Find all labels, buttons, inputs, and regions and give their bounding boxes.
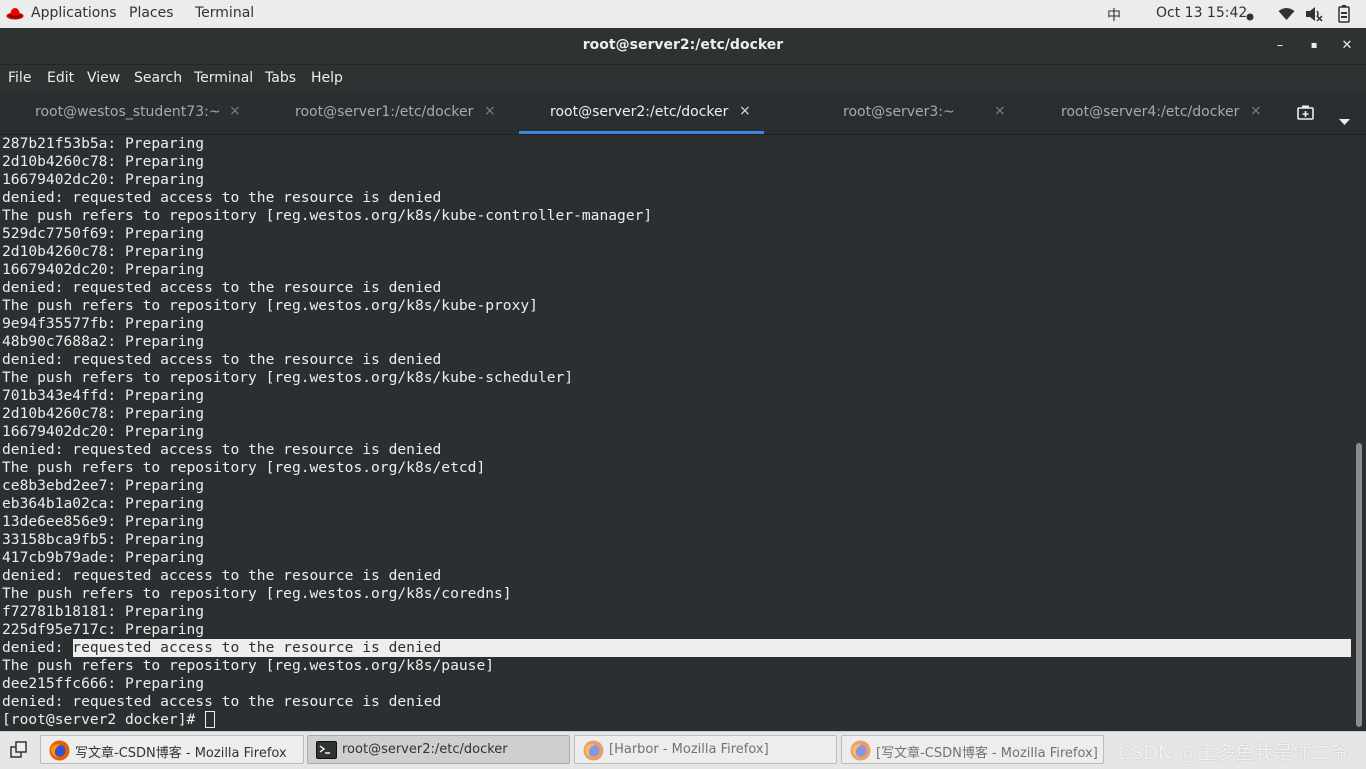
terminal-line: The push refers to repository [reg.westo… — [2, 657, 495, 674]
firefox-icon — [583, 740, 604, 765]
terminal-icon — [316, 741, 337, 763]
window-titlebar[interactable]: root@server2:/etc/docker – ▪ ✕ — [0, 28, 1366, 65]
terminal-line: 2d10b4260c78: Preparing — [2, 153, 205, 170]
volume-icon[interactable] — [1305, 6, 1323, 26]
terminal-line: The push refers to repository [reg.westo… — [2, 585, 512, 602]
terminal-line: 16679402dc20: Preparing — [2, 171, 205, 188]
terminal-line: ce8b3ebd2ee7: Preparing — [2, 477, 205, 494]
menu-terminal[interactable]: Terminal — [194, 70, 253, 86]
close-button[interactable]: ✕ — [1337, 36, 1357, 56]
firefox-icon — [49, 740, 70, 765]
terminal-line: The push refers to repository [reg.westo… — [2, 459, 486, 476]
terminal-line: denied: requested access to the resource… — [2, 279, 442, 296]
tab-server4[interactable]: root@server4:/etc/docker × — [1026, 93, 1266, 134]
tab-label: root@server1:/etc/docker — [295, 104, 474, 120]
tab-label: root@server4:/etc/docker — [1061, 104, 1240, 120]
taskbar-item-label: root@server2:/etc/docker — [342, 742, 508, 757]
new-tab-icon[interactable] — [1296, 105, 1315, 126]
terminal-line: [root@server2 docker]# — [2, 711, 205, 728]
terminal-line: dee215ffc666: Preparing — [2, 675, 205, 692]
menu-file[interactable]: File — [8, 70, 31, 86]
window-title: root@server2:/etc/docker — [582, 37, 784, 53]
menu-help[interactable]: Help — [311, 70, 343, 86]
terminal-line: 33158bca9fb5: Preparing — [2, 531, 205, 548]
terminal-line: 16679402dc20: Preparing — [2, 423, 205, 440]
csdn-watermark: CSDN @王多鱼我是你二爷 — [1118, 742, 1350, 764]
terminal-line: 48b90c7688a2: Preparing — [2, 333, 205, 350]
terminal-line: 417cb9b79ade: Preparing — [2, 549, 205, 566]
tab-label: root@server2:/etc/docker — [550, 104, 729, 120]
input-method-indicator[interactable]: 中 — [1107, 5, 1121, 25]
places-menu[interactable]: Places — [129, 5, 174, 21]
tab-bar: root@westos_student73:~ × root@server1:/… — [0, 93, 1366, 135]
tab-close-icon[interactable]: × — [739, 103, 751, 119]
terminal-line: 701b343e4ffd: Preparing — [2, 387, 205, 404]
show-desktop-icon[interactable] — [10, 741, 28, 762]
tab-close-icon[interactable]: × — [229, 103, 241, 119]
terminal-line: 225df95e717c: Preparing — [2, 621, 205, 638]
terminal-line: denied: requested access to the resource… — [2, 567, 442, 584]
terminal-line: 16679402dc20: Preparing — [2, 261, 205, 278]
taskbar-item-label: [Harbor - Mozilla Firefox] — [609, 742, 769, 757]
tab-close-icon[interactable]: × — [1250, 103, 1262, 119]
redhat-icon[interactable] — [6, 6, 24, 25]
tab-close-icon[interactable]: × — [994, 103, 1006, 119]
menu-view[interactable]: View — [87, 70, 120, 86]
terminal-line: eb364b1a02ca: Preparing — [2, 495, 205, 512]
tab-server1[interactable]: root@server1:/etc/docker × — [260, 93, 519, 134]
tab-label: root@westos_student73:~ — [35, 104, 221, 120]
terminal-line: 2d10b4260c78: Preparing — [2, 243, 205, 260]
terminal-line: denied: requested access to the resource… — [2, 693, 442, 710]
terminal-line: 13de6ee856e9: Preparing — [2, 513, 205, 530]
tab-server3[interactable]: root@server3:~ × — [765, 93, 1025, 134]
scrollbar-thumb[interactable] — [1356, 443, 1362, 727]
terminal-scrollbar[interactable] — [1352, 135, 1366, 731]
taskbar-item-firefox-harbor[interactable]: [Harbor - Mozilla Firefox] — [574, 735, 837, 764]
terminal-line: denied: requested access to the resource… — [2, 441, 442, 458]
terminal-cursor — [205, 711, 215, 728]
tab-label: root@server3:~ — [843, 104, 955, 120]
tabs-dropdown-icon[interactable] — [1339, 111, 1350, 130]
menu-search[interactable]: Search — [134, 70, 182, 86]
terminal-line-selected: denied: requested access to the resource… — [2, 639, 442, 656]
menu-tabs[interactable]: Tabs — [265, 70, 296, 86]
tab-close-icon[interactable]: × — [484, 103, 496, 119]
terminal-line: f72781b18181: Preparing — [2, 603, 205, 620]
taskbar-item-label: 写文章-CSDN博客 - Mozilla Firefox — [75, 746, 287, 761]
terminal-app-menu[interactable]: Terminal — [195, 5, 254, 21]
terminal-output[interactable]: 287b21f53b5a: Preparing 2d10b4260c78: Pre… — [0, 135, 1352, 731]
terminal-line: The push refers to repository [reg.westo… — [2, 207, 653, 224]
taskbar-item-terminal[interactable]: root@server2:/etc/docker — [307, 735, 570, 764]
terminal-line: denied: requested access to the resource… — [2, 351, 442, 368]
taskbar-item-firefox-csdn[interactable]: 写文章-CSDN博客 - Mozilla Firefox — [40, 735, 304, 764]
active-tab-indicator — [519, 131, 764, 134]
clock[interactable]: Oct 13 15:42 — [1156, 5, 1247, 21]
terminal-line: 287b21f53b5a: Preparing — [2, 135, 205, 152]
menu-edit[interactable]: Edit — [47, 70, 74, 86]
minimize-button[interactable]: – — [1270, 36, 1290, 56]
wifi-icon[interactable] — [1278, 7, 1295, 25]
maximize-button[interactable]: ▪ — [1304, 36, 1324, 56]
terminal-line: 529dc7750f69: Preparing — [2, 225, 205, 242]
terminal-line: 2d10b4260c78: Preparing — [2, 405, 205, 422]
tab-server2[interactable]: root@server2:/etc/docker × — [519, 93, 764, 134]
firefox-icon — [850, 740, 871, 765]
terminal-line: denied: requested access to the resource… — [2, 189, 442, 206]
terminal-line: The push refers to repository [reg.westo… — [2, 369, 574, 386]
notification-dot — [1246, 9, 1254, 25]
terminal-line: The push refers to repository [reg.westo… — [2, 297, 538, 314]
taskbar-item-label: [写文章-CSDN博客 - Mozilla Firefox] — [876, 746, 1098, 761]
menubar: File Edit View Search Terminal Tabs Help — [0, 65, 1366, 93]
tab-westos-student73[interactable]: root@westos_student73:~ × — [0, 93, 259, 134]
applications-menu[interactable]: Applications — [31, 5, 117, 21]
top-panel: Applications Places Terminal 中 Oct 13 15… — [0, 0, 1366, 28]
battery-icon[interactable] — [1336, 5, 1352, 27]
terminal-line: 9e94f35577fb: Preparing — [2, 315, 205, 332]
taskbar-item-firefox-csdn-minimized[interactable]: [写文章-CSDN博客 - Mozilla Firefox] — [841, 735, 1104, 764]
